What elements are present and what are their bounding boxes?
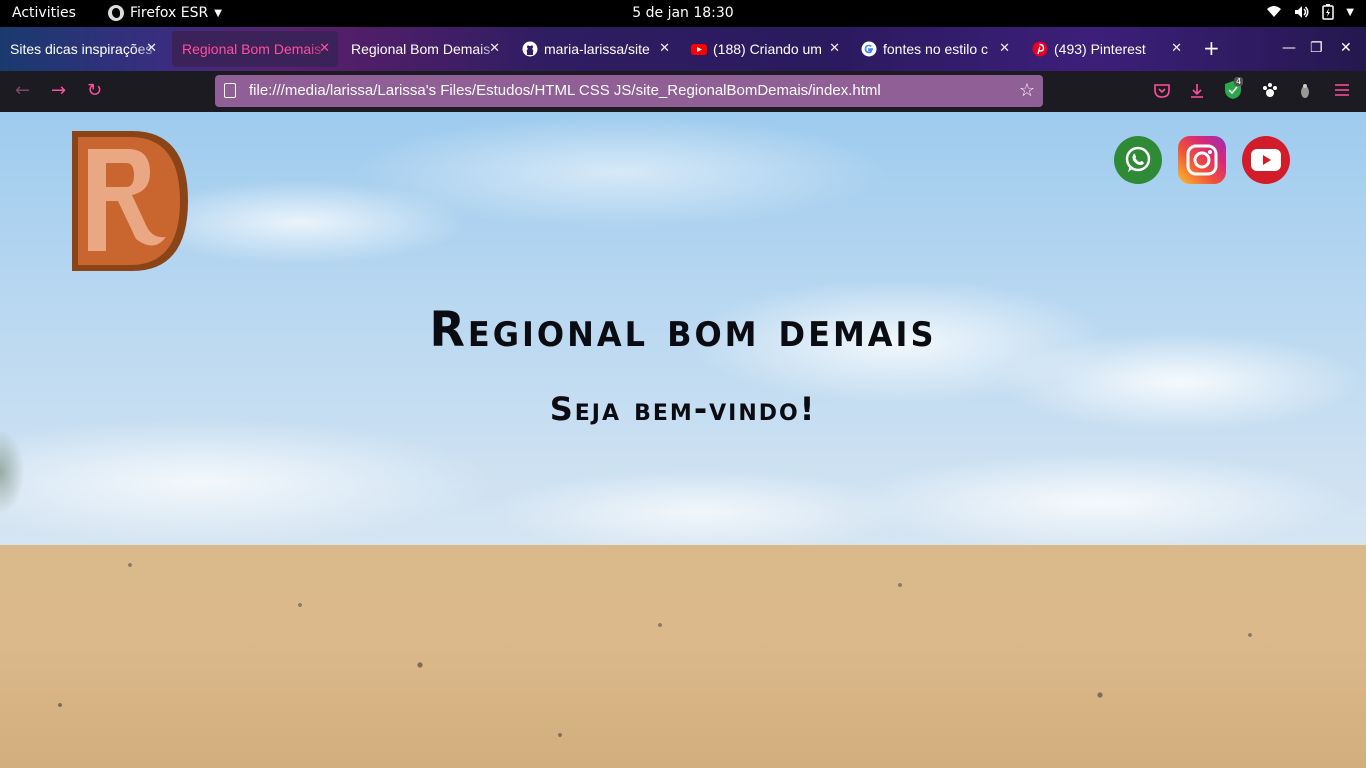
tab-title: (188) Criando um xyxy=(713,41,822,57)
dry-ground-background xyxy=(0,545,1366,768)
tab-title: (493) Pinterest xyxy=(1054,41,1146,57)
pinterest-icon xyxy=(1032,41,1048,57)
download-icon[interactable] xyxy=(1188,82,1206,100)
tab-strip: Sites dicas inspirações ✕ Regional Bom D… xyxy=(0,27,1366,71)
close-tab-icon[interactable]: ✕ xyxy=(999,40,1010,56)
tab-youtube[interactable]: (188) Criando um ✕ xyxy=(681,31,848,67)
tree-background xyxy=(0,412,50,532)
forward-button[interactable]: → xyxy=(51,82,66,100)
minimize-button[interactable]: — xyxy=(1282,40,1296,56)
maximize-button[interactable]: ❐ xyxy=(1310,40,1323,56)
back-button[interactable]: ← xyxy=(15,82,30,100)
youtube-icon[interactable] xyxy=(1242,136,1290,184)
close-tab-icon[interactable]: ✕ xyxy=(319,40,330,56)
url-bar[interactable]: file:///media/larissa/Larissa's Files/Es… xyxy=(215,75,1043,107)
close-tab-icon[interactable]: ✕ xyxy=(489,40,500,56)
tab-title: Regional Bom Demais xyxy=(182,41,322,57)
caret-down-icon: ▼ xyxy=(214,7,222,19)
reload-button[interactable]: ↻ xyxy=(87,82,102,100)
tab-title: maria-larissa/site xyxy=(544,41,650,57)
page-title: Regional bom demais xyxy=(429,300,937,358)
battery-icon xyxy=(1322,4,1335,20)
paw-extension-icon[interactable] xyxy=(1261,82,1279,100)
close-tab-icon[interactable]: ✕ xyxy=(659,40,670,56)
pocket-icon[interactable] xyxy=(1153,82,1171,100)
github-icon xyxy=(522,41,538,57)
site-logo[interactable] xyxy=(70,129,189,273)
clock[interactable]: 5 de jan 18:30 xyxy=(632,5,733,21)
activities-button[interactable]: Activities xyxy=(12,5,76,21)
navigation-toolbar: ← → ↻ file:///media/larissa/Larissa's Fi… xyxy=(0,71,1366,112)
bookmark-star-icon[interactable]: ☆ xyxy=(1019,80,1035,101)
social-links xyxy=(1114,136,1290,184)
instagram-icon[interactable] xyxy=(1178,136,1226,184)
wifi-icon xyxy=(1267,6,1282,17)
close-tab-icon[interactable]: ✕ xyxy=(146,40,157,56)
tab-pinterest[interactable]: (493) Pinterest ✕ xyxy=(1022,31,1190,67)
whatsapp-icon[interactable] xyxy=(1114,136,1162,184)
page-icon xyxy=(224,83,236,98)
tab-regional-bom-demais[interactable]: Regional Bom Demais ✕ xyxy=(341,31,508,67)
tab-google[interactable]: fontes no estilo c ✕ xyxy=(851,31,1018,67)
new-tab-button[interactable]: + xyxy=(1203,38,1220,58)
tab-github[interactable]: maria-larissa/site ✕ xyxy=(512,31,678,67)
system-top-bar: Activities Firefox ESR ▼ 5 de jan 18:30 … xyxy=(0,0,1366,27)
tab-title: Sites dicas inspirações xyxy=(10,41,153,57)
youtube-icon xyxy=(691,44,707,55)
tab-sites-dicas[interactable]: Sites dicas inspirações ✕ xyxy=(0,31,165,67)
tab-regional-bom-demais-active[interactable]: Regional Bom Demais ✕ xyxy=(172,31,338,67)
menu-hamburger-icon[interactable] xyxy=(1334,82,1350,98)
volume-icon xyxy=(1295,6,1309,18)
url-text[interactable]: file:///media/larissa/Larissa's Files/Es… xyxy=(249,82,881,99)
app-menu[interactable]: Firefox ESR ▼ xyxy=(108,5,222,21)
system-tray[interactable]: ▼ xyxy=(1266,4,1354,20)
extension-icon[interactable] xyxy=(1298,82,1312,100)
web-page: Regional bom demais Seja bem-vindo! xyxy=(0,112,1366,768)
tab-title: fontes no estilo c xyxy=(883,41,989,57)
google-icon xyxy=(861,41,877,57)
extension-badge: 4 xyxy=(1234,77,1244,86)
ublock-extension[interactable]: 4 xyxy=(1224,77,1244,104)
firefox-icon xyxy=(108,5,124,21)
close-tab-icon[interactable]: ✕ xyxy=(829,40,840,56)
close-window-button[interactable]: ✕ xyxy=(1340,40,1352,56)
close-tab-icon[interactable]: ✕ xyxy=(1171,40,1182,56)
page-subtitle: Seja bem-vindo! xyxy=(549,390,817,428)
app-name: Firefox ESR xyxy=(130,5,209,21)
caret-down-icon: ▼ xyxy=(1346,6,1354,18)
tab-title: Regional Bom Demais xyxy=(351,41,491,57)
